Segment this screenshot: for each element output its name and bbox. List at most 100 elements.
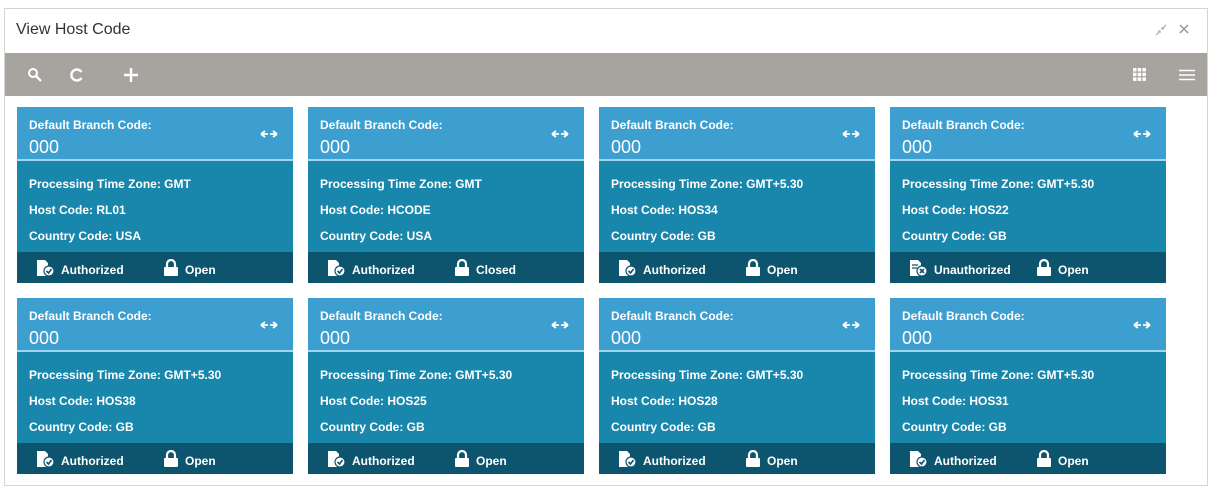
- host-code-card[interactable]: Default Branch Code: 000 Processing Time Z…: [599, 298, 875, 474]
- card-header: Default Branch Code: 000: [599, 107, 875, 161]
- host-code: Host Code: HOS22: [902, 203, 1009, 217]
- default-branch-code-value: 000: [611, 328, 642, 348]
- country-code: Country Code: GB: [902, 420, 1007, 434]
- default-branch-code-value: 000: [902, 137, 933, 157]
- default-branch-code-label: Default Branch Code:: [29, 118, 152, 132]
- host-code-card[interactable]: Default Branch Code: 000 Processing Time Z…: [17, 298, 293, 474]
- authorized-icon: [35, 259, 61, 280]
- card-header: Default Branch Code: 000: [890, 298, 1166, 352]
- lock-icon: [163, 258, 185, 280]
- lock-icon: [454, 449, 476, 471]
- default-branch-code-label: Default Branch Code:: [611, 309, 734, 323]
- sync-icon[interactable]: [550, 127, 570, 145]
- card-footer: Authorized Open: [17, 443, 293, 474]
- toolbar: [5, 53, 1207, 96]
- authorization-status-label: Authorized: [61, 453, 124, 468]
- search-icon[interactable]: [23, 53, 47, 96]
- host-code-card[interactable]: Default Branch Code: 000 Processing Time Z…: [308, 107, 584, 283]
- host-code-card[interactable]: Default Branch Code: 000 Processing Time Z…: [308, 298, 584, 474]
- card-header: Default Branch Code: 000: [308, 107, 584, 161]
- tile-view-icon[interactable]: [1127, 53, 1151, 96]
- authorized-icon: [908, 450, 934, 471]
- host-code: Host Code: RL01: [29, 203, 126, 217]
- default-branch-code-label: Default Branch Code:: [902, 118, 1025, 132]
- authorization-status-label: Authorized: [352, 262, 415, 277]
- card-footer: Authorized Open: [17, 252, 293, 283]
- processing-time-zone: Processing Time Zone: GMT: [320, 177, 482, 191]
- sync-icon[interactable]: [1132, 127, 1152, 145]
- host-code-card[interactable]: Default Branch Code: 000 Processing Time Z…: [890, 298, 1166, 474]
- lock-icon: [745, 449, 767, 471]
- sync-icon[interactable]: [1132, 318, 1152, 336]
- country-code: Country Code: GB: [611, 229, 716, 243]
- processing-time-zone: Processing Time Zone: GMT+5.30: [902, 177, 1095, 191]
- processing-time-zone: Processing Time Zone: GMT+5.30: [320, 368, 513, 382]
- minimize-icon[interactable]: [1153, 22, 1169, 41]
- country-code: Country Code: USA: [29, 229, 141, 243]
- authorization-status-label: Authorized: [352, 453, 415, 468]
- host-code-card[interactable]: Default Branch Code: 000 Processing Time Z…: [599, 107, 875, 283]
- card-footer: Unauthorized Open: [890, 252, 1166, 283]
- host-code: Host Code: HOS25: [320, 394, 427, 408]
- card-header: Default Branch Code: 000: [308, 298, 584, 352]
- host-code: Host Code: HOS34: [611, 203, 718, 217]
- refresh-icon[interactable]: [65, 53, 89, 96]
- lock-icon: [1036, 449, 1058, 471]
- authorization-status-label: Authorized: [934, 453, 997, 468]
- default-branch-code-value: 000: [320, 137, 351, 157]
- record-status-label: Open: [767, 453, 798, 468]
- list-view-icon[interactable]: [1175, 53, 1199, 96]
- unauthorized-icon: [908, 259, 934, 280]
- processing-time-zone: Processing Time Zone: GMT+5.30: [902, 368, 1095, 382]
- host-code-card[interactable]: Default Branch Code: 000 Processing Time Z…: [890, 107, 1166, 283]
- authorization-status-label: Unauthorized: [934, 262, 1011, 277]
- card-header: Default Branch Code: 000: [599, 298, 875, 352]
- country-code: Country Code: GB: [320, 420, 425, 434]
- card-footer: Authorized Open: [308, 443, 584, 474]
- record-status: Open: [745, 258, 798, 280]
- country-code: Country Code: GB: [902, 229, 1007, 243]
- default-branch-code-label: Default Branch Code:: [320, 118, 443, 132]
- record-status: Open: [1036, 449, 1089, 471]
- lock-icon: [163, 449, 185, 471]
- processing-time-zone: Processing Time Zone: GMT+5.30: [611, 177, 804, 191]
- default-branch-code-value: 000: [29, 137, 60, 157]
- default-branch-code-label: Default Branch Code:: [611, 118, 734, 132]
- card-footer: Authorized Open: [890, 443, 1166, 474]
- record-status-label: Open: [1058, 453, 1089, 468]
- default-branch-code-value: 000: [320, 328, 351, 348]
- record-status-label: Open: [185, 453, 216, 468]
- card-footer: Authorized Open: [599, 252, 875, 283]
- host-code: Host Code: HOS28: [611, 394, 718, 408]
- authorization-status: Authorized: [617, 450, 706, 471]
- host-code: Host Code: HOS38: [29, 394, 136, 408]
- sync-icon[interactable]: [550, 318, 570, 336]
- sync-icon[interactable]: [841, 127, 861, 145]
- host-code-card[interactable]: Default Branch Code: 000 Processing Time Z…: [17, 107, 293, 283]
- title-bar: View Host Code: [5, 9, 1207, 53]
- lock-icon: [745, 258, 767, 280]
- record-status: Open: [163, 258, 216, 280]
- default-branch-code-value: 000: [29, 328, 60, 348]
- card-header: Default Branch Code: 000: [17, 298, 293, 352]
- authorized-icon: [326, 259, 352, 280]
- authorization-status: Authorized: [617, 259, 706, 280]
- add-icon[interactable]: [119, 53, 143, 96]
- authorization-status: Authorized: [326, 259, 415, 280]
- country-code: Country Code: GB: [611, 420, 716, 434]
- sync-icon[interactable]: [841, 318, 861, 336]
- host-code: Host Code: HOS31: [902, 394, 1009, 408]
- authorization-status: Authorized: [35, 259, 124, 280]
- authorized-icon: [35, 450, 61, 471]
- lock-icon: [454, 258, 476, 280]
- record-status-label: Closed: [476, 262, 517, 277]
- host-code: Host Code: HCODE: [320, 203, 431, 217]
- close-icon[interactable]: [1177, 22, 1191, 39]
- sync-icon[interactable]: [259, 127, 279, 145]
- record-status: Open: [163, 449, 216, 471]
- record-status-label: Open: [767, 262, 798, 277]
- lock-icon: [1036, 258, 1058, 280]
- sync-icon[interactable]: [259, 318, 279, 336]
- default-branch-code-value: 000: [611, 137, 642, 157]
- record-status: Open: [1036, 258, 1089, 280]
